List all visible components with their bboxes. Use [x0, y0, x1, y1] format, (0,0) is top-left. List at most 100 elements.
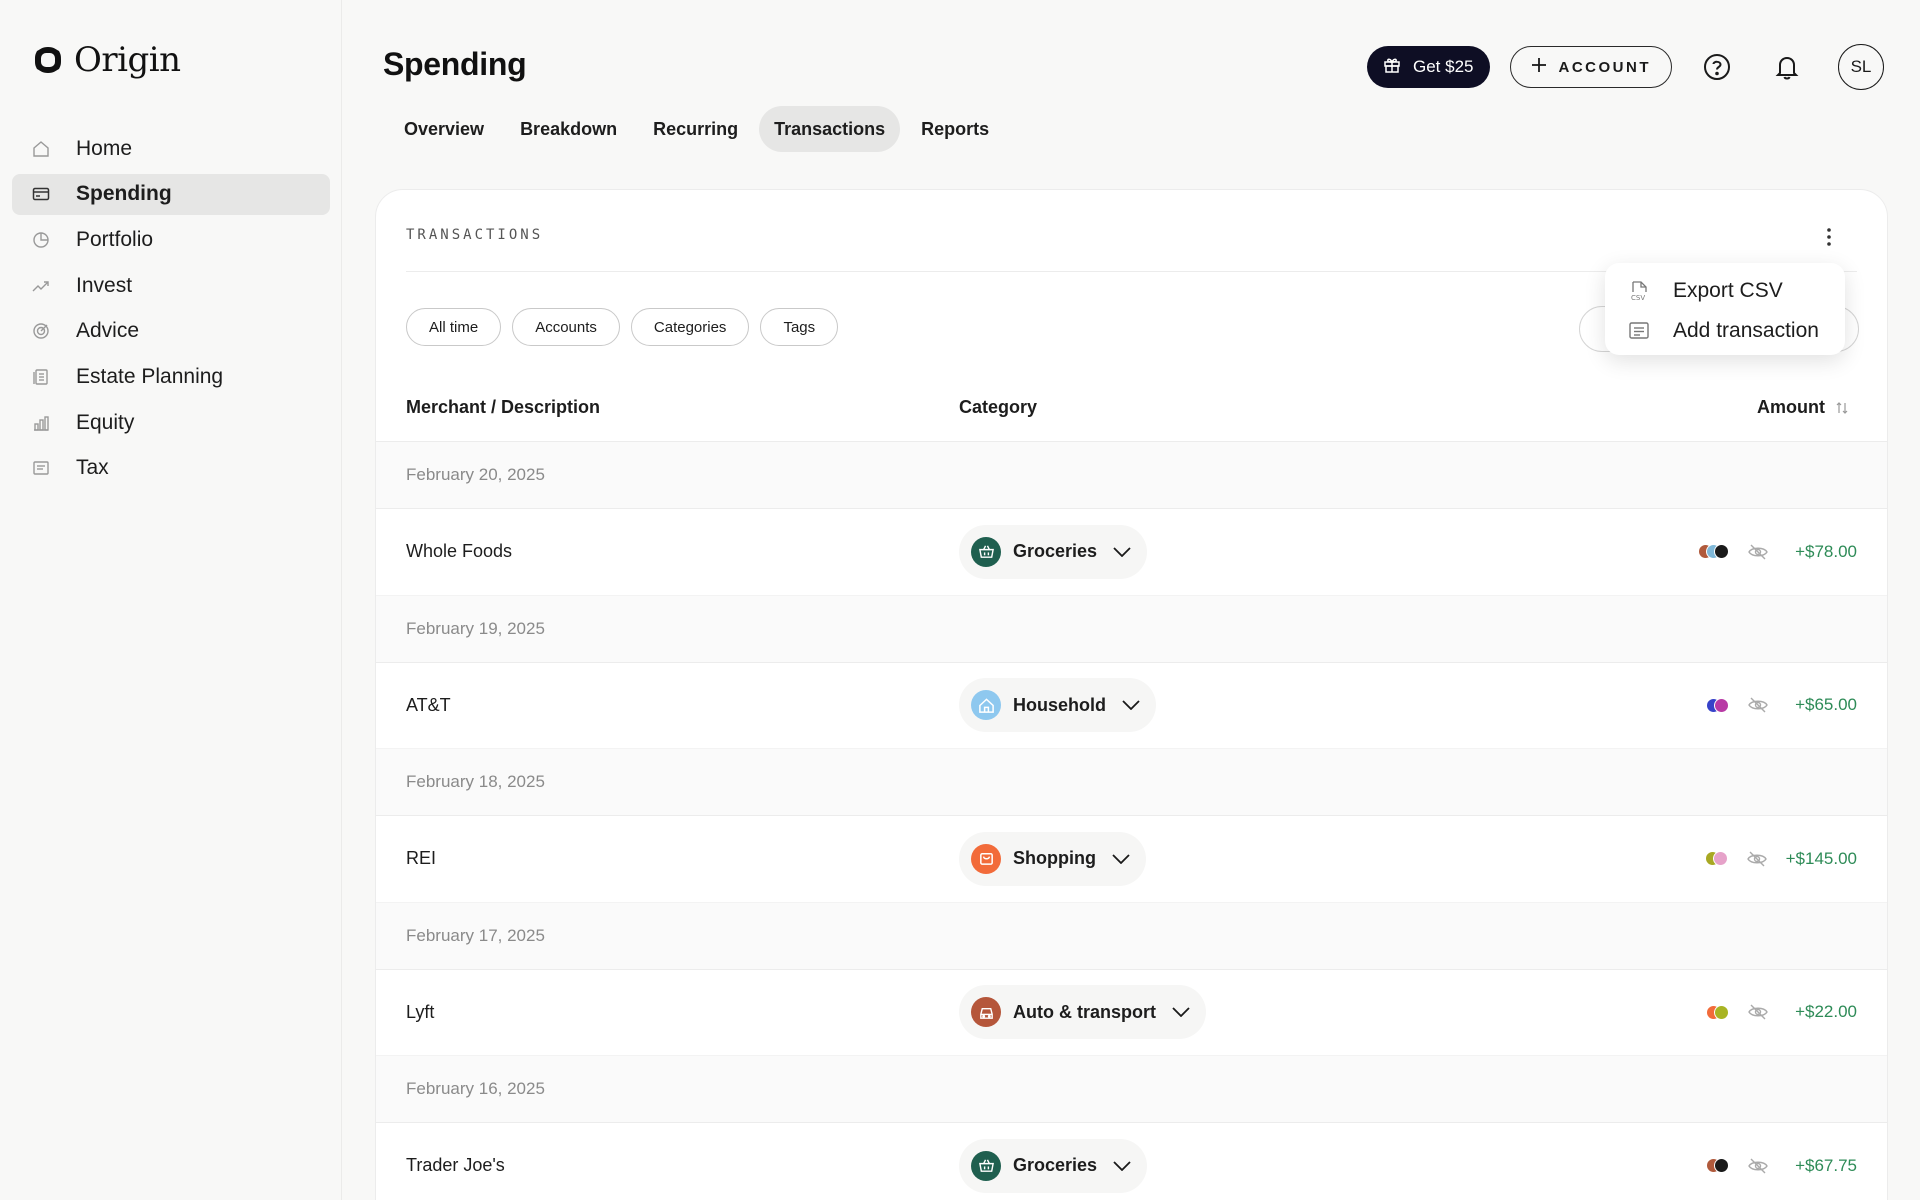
tab-overview[interactable]: Overview — [389, 106, 499, 152]
tag-dot — [1714, 1158, 1729, 1174]
tab-recurring[interactable]: Recurring — [638, 106, 753, 152]
sidebar-item-home[interactable]: Home — [12, 128, 330, 169]
chevron-down-icon — [1172, 1007, 1190, 1018]
sidebar-item-tax[interactable]: Tax — [12, 448, 330, 489]
sidebar-item-estate-planning[interactable]: Estate Planning — [12, 356, 330, 397]
merchant-name: Whole Foods — [406, 541, 513, 562]
tag-dots — [1706, 697, 1729, 713]
options-menu: CSV Export CSV Add transaction — [1605, 263, 1845, 355]
target-icon — [32, 322, 50, 340]
transaction-amount: +$145.00 — [1785, 848, 1857, 868]
table-row[interactable]: Trader Joe's Groceries +$67.75 — [376, 1123, 1887, 1200]
origin-logo-icon — [35, 47, 61, 73]
kebab-icon — [1827, 228, 1831, 246]
tag-dots — [1704, 851, 1728, 867]
filter-accounts[interactable]: Accounts — [512, 308, 620, 346]
get-referral-label: Get $25 — [1413, 57, 1474, 76]
hide-transaction-icon[interactable] — [1747, 694, 1769, 716]
receipt-icon — [32, 459, 50, 477]
card-icon — [32, 185, 50, 203]
column-header-category[interactable]: Category — [959, 397, 1037, 418]
car-icon — [971, 997, 1001, 1028]
table-row[interactable]: Whole Foods Groceries +$78.00 — [376, 509, 1887, 596]
hide-transaction-icon[interactable] — [1746, 848, 1768, 870]
row-meta: +$78.00 — [1698, 541, 1857, 563]
sidebar-item-label: Spending — [76, 182, 172, 206]
origin-logo[interactable]: Origin — [32, 40, 181, 80]
avatar[interactable]: SL — [1838, 44, 1884, 90]
category-label: Household — [1013, 694, 1106, 715]
logo-text: Origin — [74, 40, 181, 80]
tag-dots — [1706, 1004, 1729, 1020]
add-account-button[interactable]: ACCOUNT — [1509, 46, 1672, 88]
tab-transactions[interactable]: Transactions — [759, 106, 901, 152]
get-referral-button[interactable]: Get $25 — [1367, 46, 1490, 88]
table-row[interactable]: REI Shopping +$145.00 — [376, 816, 1887, 903]
filter-bar: All time Accounts Categories Tags — [406, 308, 839, 346]
house-icon — [971, 690, 1001, 721]
category-select[interactable]: Shopping — [959, 831, 1146, 886]
sidebar-item-spending[interactable]: Spending — [12, 173, 330, 215]
merchant-name: REI — [406, 848, 437, 869]
filter-categories[interactable]: Categories — [630, 308, 750, 346]
hide-transaction-icon[interactable] — [1747, 1001, 1769, 1023]
sidebar-item-advice[interactable]: Advice — [12, 311, 330, 352]
basket-icon — [971, 1150, 1001, 1181]
tag-dot — [1714, 697, 1729, 713]
table-row[interactable]: AT&T Household +$65.00 — [376, 663, 1887, 749]
chevron-down-icon — [1112, 854, 1130, 864]
merchant-name: Lyft — [406, 1001, 435, 1022]
tag-dots — [1706, 1158, 1729, 1174]
notifications-button[interactable] — [1762, 44, 1812, 90]
table-row[interactable]: Lyft Auto & transport +$22.00 — [376, 970, 1887, 1056]
filter-all-time[interactable]: All time — [406, 308, 502, 346]
sidebar-item-portfolio[interactable]: Portfolio — [12, 219, 330, 260]
menu-item-export-csv[interactable]: CSV Export CSV — [1605, 271, 1845, 311]
row-meta: +$65.00 — [1706, 694, 1857, 716]
column-header-amount[interactable]: Amount — [1757, 397, 1849, 418]
row-meta: +$145.00 — [1704, 848, 1857, 870]
column-header-amount-label: Amount — [1757, 397, 1825, 417]
home-icon — [32, 140, 50, 158]
help-button[interactable] — [1692, 44, 1742, 90]
bag-icon — [971, 843, 1001, 874]
row-meta: +$67.75 — [1706, 1155, 1857, 1177]
sidebar-item-equity[interactable]: Equity — [12, 402, 330, 443]
more-options-button[interactable] — [1819, 224, 1839, 250]
transaction-amount: +$78.00 — [1795, 541, 1857, 561]
sidebar-item-invest[interactable]: Invest — [12, 265, 330, 306]
sidebar-item-label: Home — [76, 136, 133, 160]
category-select[interactable]: Auto & transport — [959, 985, 1206, 1040]
column-header-merchant[interactable]: Merchant / Description — [406, 397, 600, 418]
card-title: TRANSACTIONS — [406, 227, 544, 243]
sidebar: Origin Home Spending Portfolio Invest Ad… — [0, 0, 342, 1200]
date-group-header: February 19, 2025 — [376, 595, 1887, 663]
tab-breakdown[interactable]: Breakdown — [505, 106, 632, 152]
hide-transaction-icon[interactable] — [1747, 1155, 1769, 1177]
transaction-amount: +$67.75 — [1795, 1155, 1857, 1175]
hide-transaction-icon[interactable] — [1747, 541, 1769, 563]
basket-icon — [971, 536, 1001, 567]
menu-item-label: Export CSV — [1673, 279, 1783, 302]
svg-text:CSV: CSV — [1631, 294, 1645, 302]
transaction-amount: +$65.00 — [1795, 695, 1857, 715]
sidebar-item-label: Invest — [76, 273, 133, 297]
date-group-header: February 16, 2025 — [376, 1056, 1887, 1123]
category-select[interactable]: Groceries — [959, 524, 1148, 579]
tag-dots — [1698, 544, 1729, 560]
tab-reports[interactable]: Reports — [906, 106, 1004, 152]
menu-item-add-transaction[interactable]: Add transaction — [1605, 311, 1845, 351]
trend-icon — [32, 277, 50, 295]
tag-dot — [1714, 1004, 1729, 1020]
filter-tags[interactable]: Tags — [760, 308, 839, 346]
category-select[interactable]: Groceries — [959, 1138, 1148, 1193]
category-select[interactable]: Household — [959, 678, 1156, 733]
menu-item-label: Add transaction — [1673, 319, 1819, 342]
transaction-list: February 20, 2025 Whole Foods Groceries — [376, 442, 1887, 1200]
date-group-header: February 17, 2025 — [376, 902, 1887, 970]
sidebar-item-label: Tax — [76, 456, 109, 480]
bell-icon — [1775, 56, 1799, 80]
bar-chart-icon — [32, 414, 50, 432]
sidebar-item-label: Equity — [76, 410, 135, 434]
chevron-down-icon — [1113, 547, 1131, 557]
